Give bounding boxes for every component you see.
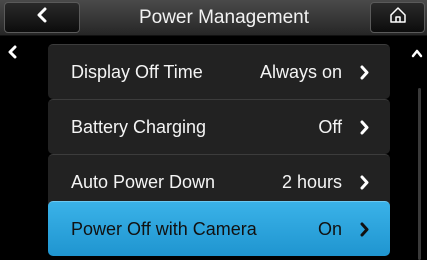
menu-item-power-off-with-camera[interactable]: Power Off with Camera On — [48, 201, 390, 256]
chevron-right-icon — [360, 222, 370, 242]
chevron-left-icon — [6, 45, 20, 64]
chevron-right-icon — [360, 65, 370, 85]
menu-item-battery-charging[interactable]: Battery Charging Off — [48, 99, 390, 154]
scrollbar[interactable] — [405, 36, 427, 260]
header-bar: Power Management — [0, 0, 427, 36]
menu-item-display-off-time[interactable]: Display Off Time Always on — [48, 44, 390, 99]
chevron-up-icon[interactable] — [411, 45, 423, 63]
chevron-left-icon — [35, 7, 49, 28]
menu-item-value: Always on — [259, 62, 342, 82]
menu-item-label: Battery Charging — [71, 117, 207, 137]
chevron-right-icon — [360, 175, 370, 195]
menu-item-value: Off — [318, 117, 342, 137]
chevron-right-icon — [360, 120, 370, 140]
home-button[interactable] — [370, 2, 425, 33]
menu-item-value: On — [317, 219, 342, 239]
menu-item-label: Display Off Time — [71, 62, 203, 82]
scroll-track[interactable] — [418, 88, 421, 260]
page-back-button[interactable] — [0, 36, 34, 260]
back-button[interactable] — [4, 2, 80, 33]
home-icon — [389, 6, 407, 29]
menu-item-label: Power Off with Camera — [71, 219, 257, 239]
page-title: Power Management — [138, 7, 310, 28]
